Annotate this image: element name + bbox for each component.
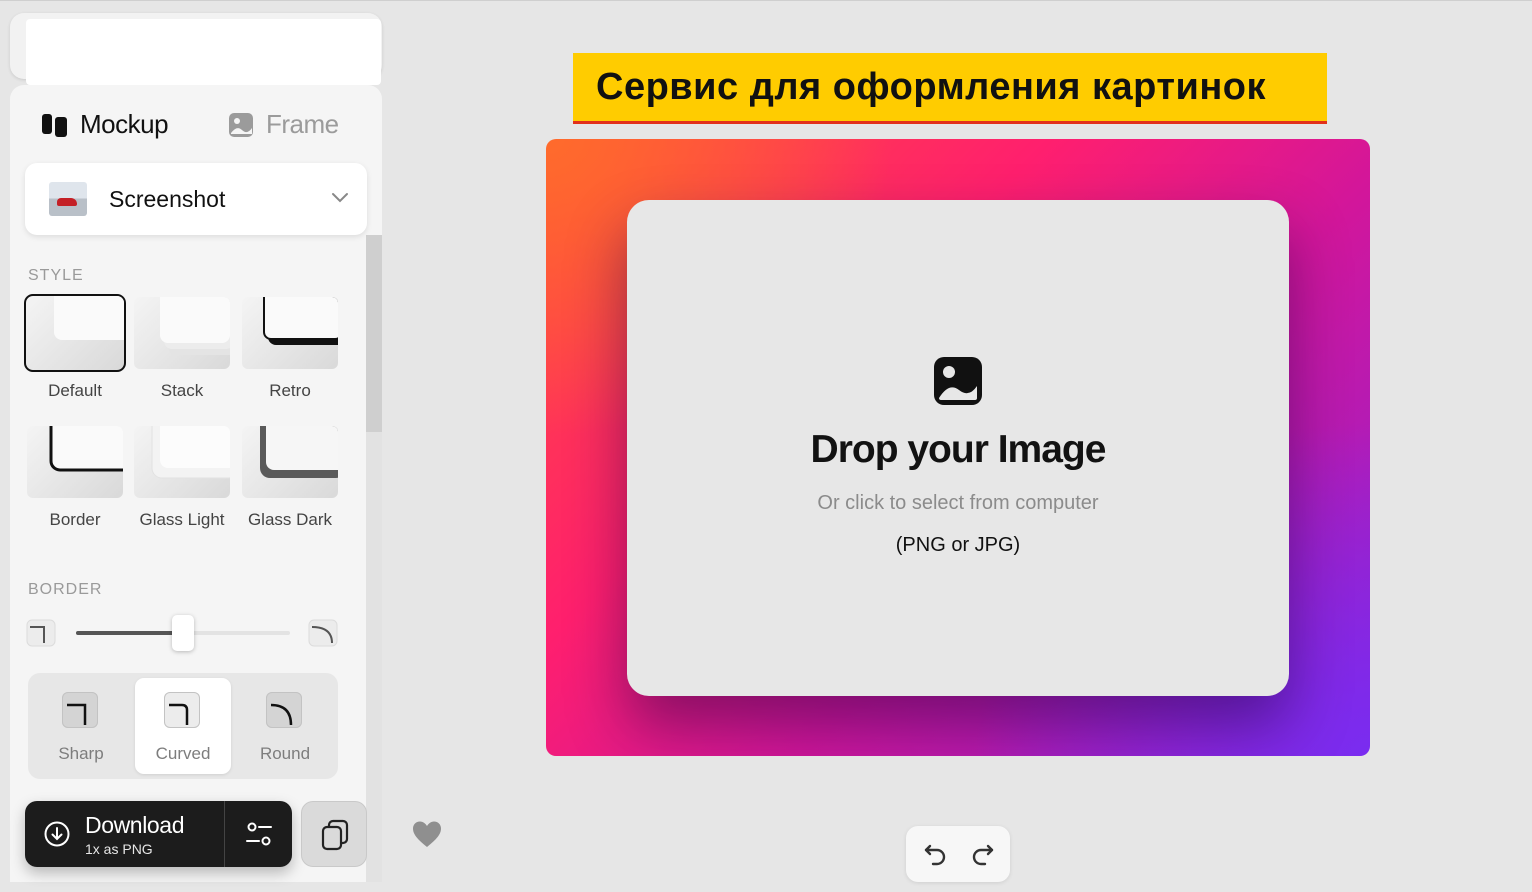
download-icon bbox=[44, 821, 70, 847]
shape-option-round[interactable]: Round bbox=[237, 678, 333, 774]
corner-shape-selector: Sharp Curved Round bbox=[28, 673, 338, 779]
style-thumb-retro bbox=[242, 297, 338, 369]
image-dropzone[interactable]: Drop your Image Or click to select from … bbox=[627, 200, 1289, 696]
curved-shape-icon bbox=[164, 692, 200, 728]
round-corner-icon bbox=[308, 619, 338, 647]
style-label-glass-dark: Glass Dark bbox=[247, 510, 333, 529]
style-option-default[interactable]: Default bbox=[23, 293, 127, 413]
tab-frame-label: Frame bbox=[266, 109, 339, 139]
tab-frame[interactable]: Frame bbox=[228, 109, 339, 140]
style-label-default: Default bbox=[48, 381, 102, 400]
tab-mockup[interactable]: Mockup bbox=[41, 109, 169, 140]
image-upload-icon bbox=[934, 357, 982, 405]
scrollbar-thumb[interactable] bbox=[366, 235, 382, 432]
mockup-type-select[interactable]: Screenshot bbox=[25, 163, 367, 235]
export-settings-icon[interactable] bbox=[245, 821, 273, 847]
sharp-shape-icon bbox=[62, 692, 98, 728]
shape-label-round: Round bbox=[259, 744, 311, 763]
undo-icon[interactable] bbox=[921, 840, 949, 868]
copy-button[interactable] bbox=[301, 801, 367, 867]
banner-title: Сервис для оформления картинок bbox=[596, 66, 1267, 108]
sidebar-scrollbar[interactable] bbox=[366, 235, 382, 882]
style-section-label: STYLE bbox=[28, 267, 84, 284]
service-banner: Сервис для оформления картинок bbox=[573, 53, 1327, 124]
header-card bbox=[10, 13, 382, 85]
dropzone-formats: (PNG or JPG) bbox=[895, 534, 1021, 556]
style-option-glass-dark[interactable]: Glass Dark bbox=[238, 422, 342, 542]
slider-thumb[interactable] bbox=[172, 615, 194, 651]
header-card-content bbox=[26, 19, 381, 85]
shape-label-sharp: Sharp bbox=[58, 744, 104, 763]
style-thumb-border bbox=[27, 426, 123, 498]
style-option-stack[interactable]: Stack bbox=[130, 293, 234, 413]
style-option-border[interactable]: Border bbox=[23, 422, 127, 542]
heart-icon[interactable] bbox=[412, 820, 442, 848]
shape-label-curved: Curved bbox=[155, 744, 211, 763]
tab-mockup-label: Mockup bbox=[80, 109, 169, 139]
style-label-border: Border bbox=[49, 510, 101, 529]
download-divider bbox=[224, 801, 225, 867]
style-thumb-glass-dark bbox=[242, 426, 338, 498]
style-option-glass-light[interactable]: Glass Light bbox=[130, 422, 234, 542]
style-label-retro: Retro bbox=[269, 381, 311, 400]
dropzone-title: Drop your Image bbox=[810, 428, 1107, 471]
download-label: Download bbox=[85, 812, 185, 838]
image-icon bbox=[229, 112, 253, 137]
download-sublabel: 1x as PNG bbox=[85, 841, 153, 857]
style-thumb-glass-light bbox=[134, 426, 230, 498]
history-controls bbox=[906, 826, 1010, 882]
top-divider bbox=[0, 0, 1532, 1]
sharp-corner-icon bbox=[26, 619, 56, 647]
style-thumb-default bbox=[24, 294, 126, 372]
copy-icon bbox=[321, 819, 349, 851]
screenshot-thumbnail bbox=[49, 182, 87, 216]
style-option-retro[interactable]: Retro bbox=[238, 293, 342, 413]
shape-option-curved[interactable]: Curved bbox=[135, 678, 231, 774]
slider-fill bbox=[76, 631, 183, 635]
style-label-glass-light: Glass Light bbox=[139, 510, 225, 529]
mockup-icon bbox=[42, 113, 67, 137]
mockup-type-value: Screenshot bbox=[109, 185, 226, 212]
settings-sidebar: Mockup Frame Screenshot STYLE Default St… bbox=[10, 85, 382, 882]
style-thumb-stack bbox=[134, 297, 230, 369]
round-shape-icon bbox=[266, 692, 302, 728]
preview-canvas: Drop your Image Or click to select from … bbox=[546, 139, 1370, 756]
style-label-stack: Stack bbox=[160, 381, 204, 400]
dropzone-subtitle: Or click to select from computer bbox=[817, 492, 1099, 514]
redo-icon[interactable] bbox=[969, 840, 997, 868]
download-button[interactable]: Download 1x as PNG bbox=[25, 801, 292, 867]
chevron-down-icon bbox=[332, 193, 348, 203]
border-section-label: BORDER bbox=[28, 581, 103, 598]
shape-option-sharp[interactable]: Sharp bbox=[33, 678, 129, 774]
